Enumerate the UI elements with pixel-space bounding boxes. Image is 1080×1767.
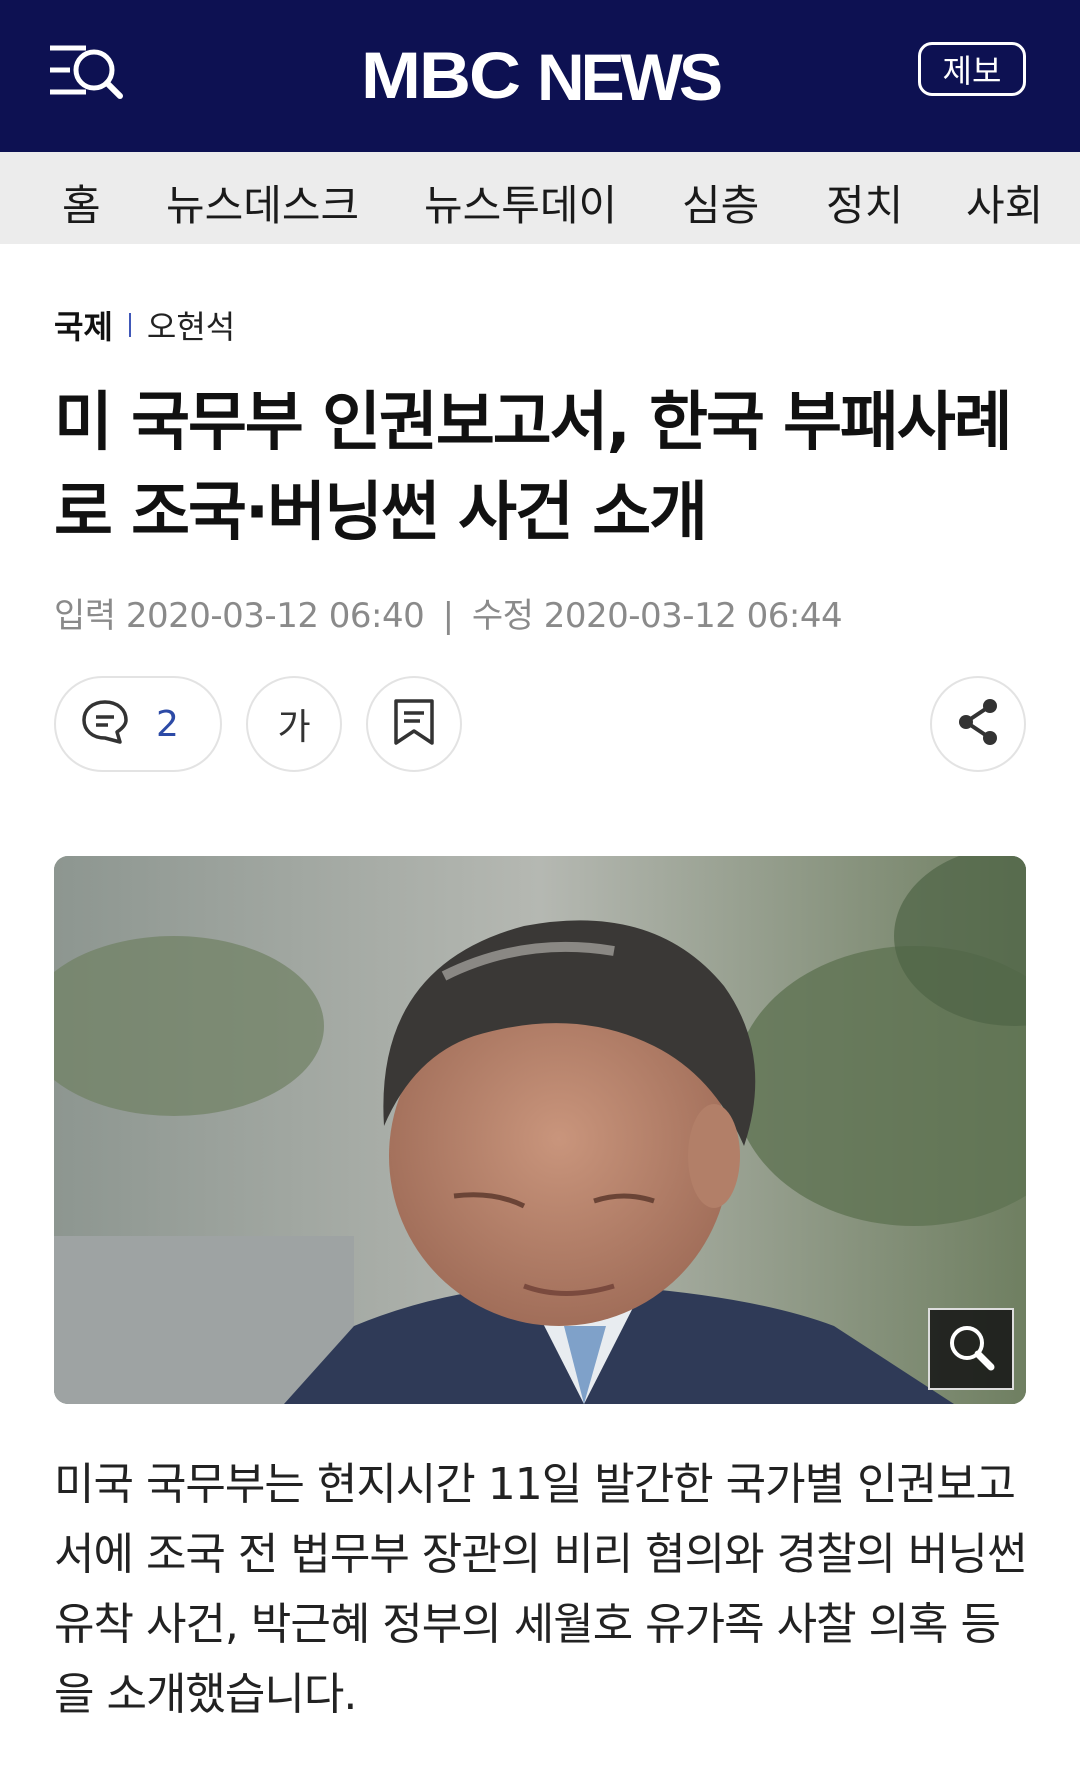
nav-item-home[interactable]: 홈 bbox=[62, 172, 101, 233]
bookmark-button[interactable] bbox=[366, 676, 462, 772]
comment-button[interactable]: 2 bbox=[54, 676, 222, 772]
published-label: 입력 bbox=[54, 596, 116, 636]
share-icon bbox=[954, 696, 1002, 752]
menu-search-icon[interactable] bbox=[48, 40, 126, 106]
nav-item-indepth[interactable]: 심층 bbox=[682, 172, 759, 233]
comment-count: 2 bbox=[156, 703, 179, 745]
top-header: MBC NEWS 제보 bbox=[0, 0, 1080, 152]
date-divider: | bbox=[442, 596, 454, 636]
published-time: 2020-03-12 06:40 bbox=[125, 596, 425, 636]
modified-time: 2020-03-12 06:44 bbox=[543, 596, 843, 636]
reporter-name[interactable]: 오현석 bbox=[147, 302, 235, 348]
nav-item-newstoday[interactable]: 뉴스투데이 bbox=[424, 172, 617, 233]
mbc-news-logo[interactable]: MBC NEWS bbox=[361, 35, 723, 117]
font-size-button[interactable]: 가 bbox=[246, 676, 342, 772]
nav-item-politics[interactable]: 정치 bbox=[826, 172, 903, 233]
nav-item-society[interactable]: 사회 bbox=[966, 172, 1043, 233]
article-dates: 입력 2020-03-12 06:40 | 수정 2020-03-12 06:4… bbox=[54, 588, 843, 637]
article-body: 미국 국무부는 현지시간 11일 발간한 국가별 인권보고서에 조국 전 법무부… bbox=[54, 1459, 1027, 1720]
report-button[interactable]: 제보 bbox=[918, 42, 1026, 96]
article-meta-top: 국제 오현석 bbox=[54, 302, 235, 348]
logo-news: NEWS bbox=[536, 40, 723, 114]
nav-item-newsdesk[interactable]: 뉴스데스크 bbox=[166, 172, 359, 233]
headline-line-1: 미 국무부 인권보고서, 한국 부패사례 bbox=[54, 386, 1013, 460]
headline-line-2: 로 조국·버닝썬 사건 소개 bbox=[54, 476, 708, 550]
share-button[interactable] bbox=[930, 676, 1026, 772]
category-nav: 홈 뉴스데스크 뉴스투데이 심층 정치 사회 bbox=[0, 152, 1080, 244]
modified-label: 수정 bbox=[471, 596, 534, 636]
article-category[interactable]: 국제 bbox=[54, 302, 113, 348]
bookmark-icon bbox=[392, 697, 436, 751]
logo-mbc: MBC bbox=[361, 39, 521, 113]
photo-illustration bbox=[54, 856, 1026, 1404]
meta-separator bbox=[128, 313, 131, 337]
zoom-icon bbox=[941, 1318, 1001, 1380]
comment-icon bbox=[80, 698, 130, 750]
article-headline: 미 국무부 인권보고서, 한국 부패사례 로 조국·버닝썬 사건 소개 bbox=[54, 378, 1034, 558]
zoom-button[interactable] bbox=[928, 1308, 1014, 1390]
article-photo[interactable] bbox=[54, 856, 1026, 1404]
